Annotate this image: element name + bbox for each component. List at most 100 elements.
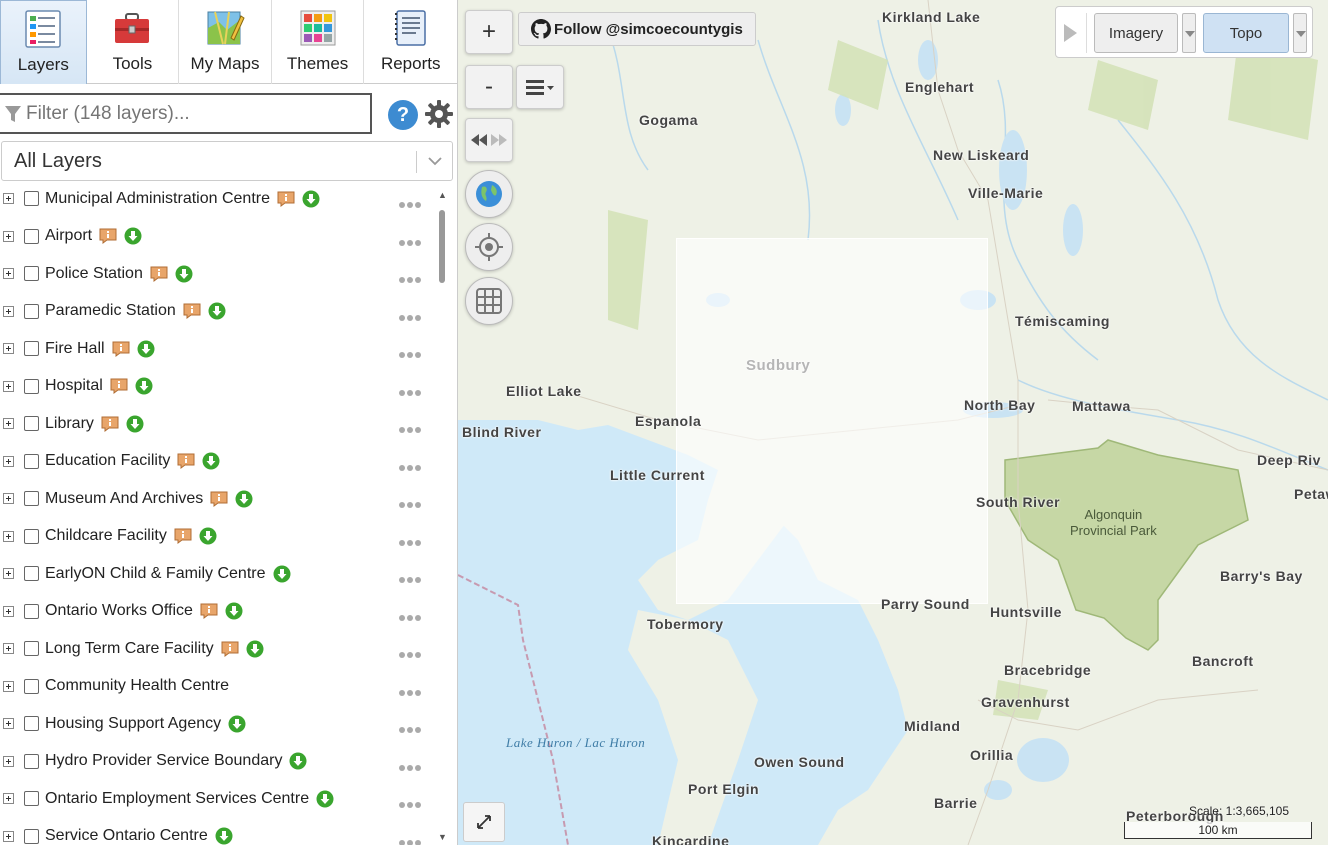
layer-checkbox[interactable] — [24, 528, 39, 544]
grid-button[interactable] — [465, 277, 513, 325]
layer-name[interactable]: Police Station — [45, 265, 143, 283]
expand-plus-icon[interactable] — [3, 643, 14, 654]
basemap-menu-button[interactable] — [516, 65, 564, 109]
scroll-thumb[interactable] — [439, 210, 445, 283]
layer-name[interactable]: Long Term Care Facility — [45, 640, 214, 658]
tab-layers[interactable]: Layers — [0, 0, 87, 84]
expand-plus-icon[interactable] — [3, 530, 14, 542]
layer-name[interactable]: Airport — [45, 227, 92, 245]
expand-plus-icon[interactable] — [3, 605, 14, 617]
layer-download-icon[interactable] — [302, 190, 320, 208]
layer-download-icon[interactable] — [225, 602, 243, 620]
layer-options-ellipsis-icon[interactable] — [399, 420, 427, 433]
tab-tools[interactable]: Tools — [87, 0, 180, 84]
layer-info-icon[interactable] — [150, 266, 168, 282]
expand-plus-icon[interactable] — [3, 193, 14, 204]
layer-name[interactable]: Hydro Provider Service Boundary — [45, 752, 282, 770]
layer-download-icon[interactable] — [208, 302, 226, 320]
help-icon[interactable]: ? — [388, 100, 418, 130]
scroll-down-arrow-icon[interactable]: ▼ — [438, 832, 447, 842]
layer-options-ellipsis-icon[interactable] — [399, 383, 427, 396]
layer-name[interactable]: Ontario Works Office — [45, 602, 193, 620]
layer-options-ellipsis-icon[interactable] — [399, 270, 427, 283]
layer-checkbox[interactable] — [24, 491, 39, 506]
layer-download-icon[interactable] — [199, 527, 217, 545]
topo-dropdown-arrow[interactable] — [1293, 13, 1307, 53]
layer-download-icon[interactable] — [124, 227, 142, 245]
layer-options-ellipsis-icon[interactable] — [399, 495, 427, 508]
imagery-dropdown-arrow[interactable] — [1182, 13, 1196, 53]
expand-plus-icon[interactable] — [3, 493, 14, 504]
layer-download-icon[interactable] — [126, 415, 144, 433]
zoom-in-button[interactable]: + — [465, 10, 513, 54]
layer-download-icon[interactable] — [137, 340, 155, 358]
layer-checkbox[interactable] — [24, 641, 39, 656]
scroll-up-arrow-icon[interactable]: ▲ — [438, 190, 447, 200]
topo-basemap-button[interactable]: Topo — [1203, 13, 1289, 53]
layer-name[interactable]: Childcare Facility — [45, 527, 167, 545]
expand-plus-icon[interactable] — [3, 680, 14, 692]
expand-plus-icon[interactable] — [3, 455, 14, 467]
expand-plus-icon[interactable] — [3, 305, 14, 317]
expand-plus-icon[interactable] — [3, 718, 14, 729]
layer-checkbox[interactable] — [24, 266, 39, 281]
current-location-button[interactable] — [465, 223, 513, 271]
layer-name[interactable]: Housing Support Agency — [45, 715, 221, 733]
layer-info-icon[interactable] — [177, 453, 195, 469]
full-extent-button[interactable] — [465, 170, 513, 218]
layer-checkbox[interactable] — [24, 303, 39, 319]
layer-download-icon[interactable] — [202, 452, 220, 470]
layer-list-scrollbar[interactable]: ▲ ▼ — [437, 190, 447, 845]
layer-info-icon[interactable] — [210, 491, 228, 507]
follow-github-button[interactable]: Follow @simcoecountygis — [518, 12, 756, 46]
previous-extent-icon[interactable] — [469, 130, 489, 150]
tab-reports[interactable]: Reports — [364, 0, 457, 84]
layer-info-icon[interactable] — [174, 528, 192, 544]
layer-name[interactable]: Museum And Archives — [45, 490, 203, 508]
layer-info-icon[interactable] — [221, 641, 239, 657]
layer-options-ellipsis-icon[interactable] — [399, 533, 427, 546]
layer-group-select[interactable]: All Layers — [1, 141, 453, 181]
layer-options-ellipsis-icon[interactable] — [399, 458, 427, 471]
expand-plus-icon[interactable] — [3, 343, 14, 354]
layer-options-ellipsis-icon[interactable] — [399, 345, 427, 358]
layer-name[interactable]: Library — [45, 415, 94, 433]
layer-download-icon[interactable] — [135, 377, 153, 395]
layer-name[interactable]: Municipal Administration Centre — [45, 190, 270, 208]
layer-info-icon[interactable] — [101, 416, 119, 432]
layer-options-ellipsis-icon[interactable] — [399, 608, 427, 621]
tab-themes[interactable]: Themes — [272, 0, 365, 84]
layer-name[interactable]: Service Ontario Centre — [45, 827, 208, 845]
layer-name[interactable]: Education Facility — [45, 452, 170, 470]
expand-plus-icon[interactable] — [3, 793, 14, 804]
layer-options-ellipsis-icon[interactable] — [399, 795, 427, 808]
layer-info-icon[interactable] — [200, 603, 218, 619]
layer-options-ellipsis-icon[interactable] — [399, 195, 427, 208]
zoom-out-button[interactable]: - — [465, 65, 513, 109]
layer-name[interactable]: Ontario Employment Services Centre — [45, 790, 309, 808]
layer-checkbox[interactable] — [24, 228, 39, 244]
layer-checkbox[interactable] — [24, 753, 39, 769]
expand-plus-icon[interactable] — [3, 418, 14, 429]
expand-plus-icon[interactable] — [3, 268, 14, 279]
gear-icon[interactable] — [424, 99, 454, 129]
layer-options-ellipsis-icon[interactable] — [399, 683, 427, 696]
layer-download-icon[interactable] — [289, 752, 307, 770]
layer-options-ellipsis-icon[interactable] — [399, 645, 427, 658]
layer-checkbox[interactable] — [24, 716, 39, 731]
layer-options-ellipsis-icon[interactable] — [399, 758, 427, 771]
layer-download-icon[interactable] — [246, 640, 264, 658]
fullscreen-button[interactable] — [463, 802, 505, 842]
layer-name[interactable]: Fire Hall — [45, 340, 105, 358]
expand-plus-icon[interactable] — [3, 230, 14, 242]
layer-checkbox[interactable] — [24, 453, 39, 469]
layer-download-icon[interactable] — [273, 565, 291, 583]
layer-options-ellipsis-icon[interactable] — [399, 720, 427, 733]
layer-info-icon[interactable] — [110, 378, 128, 394]
layer-checkbox[interactable] — [24, 378, 39, 394]
next-extent-icon[interactable] — [489, 130, 509, 150]
layer-download-icon[interactable] — [228, 715, 246, 733]
layer-download-icon[interactable] — [235, 490, 253, 508]
layer-checkbox[interactable] — [24, 191, 39, 206]
expand-plus-icon[interactable] — [3, 568, 14, 579]
